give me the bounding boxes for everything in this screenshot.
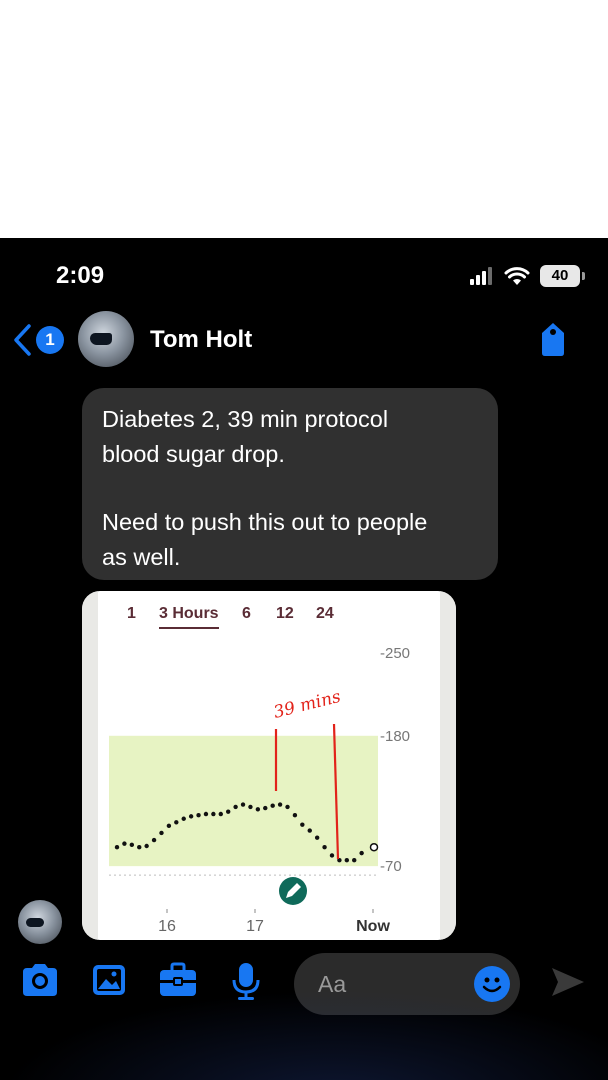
x-tick-label: 17: [246, 918, 264, 935]
glucose-point: [352, 858, 357, 863]
glucose-point: [151, 837, 157, 843]
status-indicators: 40: [470, 265, 585, 287]
status-time: 2:09: [56, 262, 105, 289]
signal-icon: [470, 267, 492, 285]
glucose-point: [196, 812, 201, 818]
glucose-point: [292, 812, 298, 818]
tag-icon[interactable]: [538, 321, 568, 357]
y-tick-label: -250: [380, 645, 410, 662]
glucose-chart: -250 -180 -70 16 17 Now 39 mins: [109, 645, 410, 935]
glucose-point: [263, 805, 268, 811]
glucose-point: [233, 804, 238, 810]
glucose-point: [211, 811, 216, 817]
blank-area-top: [0, 0, 608, 238]
glucose-point: [137, 844, 142, 850]
glucose-point: [226, 809, 231, 814]
unread-count-badge: 1: [36, 326, 64, 354]
glucose-point: [300, 822, 305, 827]
y-tick-label: -70: [380, 858, 402, 875]
glucose-point: [166, 823, 172, 829]
glucose-point: [174, 820, 179, 825]
x-tick-label: Now: [356, 918, 390, 935]
y-tick-label: -180: [380, 728, 410, 745]
back-button[interactable]: 1: [12, 323, 64, 357]
glucose-point: [359, 850, 364, 856]
battery-indicator: 40: [540, 265, 585, 287]
glucose-point: [344, 858, 350, 863]
x-tick-label: 16: [158, 918, 176, 935]
glucose-point: [181, 816, 186, 821]
wifi-icon: [504, 267, 530, 285]
message-line: Diabetes 2, 39 min protocol: [102, 406, 389, 432]
glucose-point: [322, 844, 327, 850]
glucose-point: [159, 830, 164, 836]
message-line: as well.: [102, 543, 181, 570]
glucose-point: [203, 811, 209, 817]
glucose-point: [270, 803, 275, 808]
current-glucose-point: [369, 842, 379, 852]
edit-button[interactable]: [279, 877, 307, 905]
contact-name[interactable]: Tom Holt: [150, 326, 252, 354]
contact-avatar-small: [18, 900, 62, 944]
annotation-text: 39 mins: [272, 687, 343, 723]
message-line: blood sugar drop.: [102, 440, 285, 467]
glucose-point: [307, 828, 312, 833]
glucose-point: [188, 814, 194, 819]
glucose-point: [129, 842, 135, 848]
glucose-point: [255, 807, 261, 812]
chevron-left-icon: [14, 324, 31, 356]
glucose-point: [218, 811, 223, 817]
glucose-point: [114, 844, 120, 850]
message-line: Need to push this out to people: [102, 509, 428, 535]
glucose-point: [329, 853, 335, 858]
glucose-point: [285, 804, 290, 810]
glucose-point: [248, 804, 253, 810]
message-bubble[interactable]: Diabetes 2, 39 min protocol blood sugar …: [82, 388, 498, 580]
glucose-point: [277, 802, 283, 807]
glucose-point: [240, 802, 246, 807]
glucose-point: [122, 841, 127, 846]
contact-avatar[interactable]: [78, 311, 134, 367]
messenger-screen: 2:09 40 1 Tom Holt Diabetes 2, 39 min pr…: [0, 238, 608, 1080]
glucose-point: [144, 843, 149, 849]
glucose-point: [314, 835, 320, 840]
image-message[interactable]: 1 3 Hours 6 12 24 -250 -180 -70 16 17 Now 39…: [82, 591, 456, 940]
